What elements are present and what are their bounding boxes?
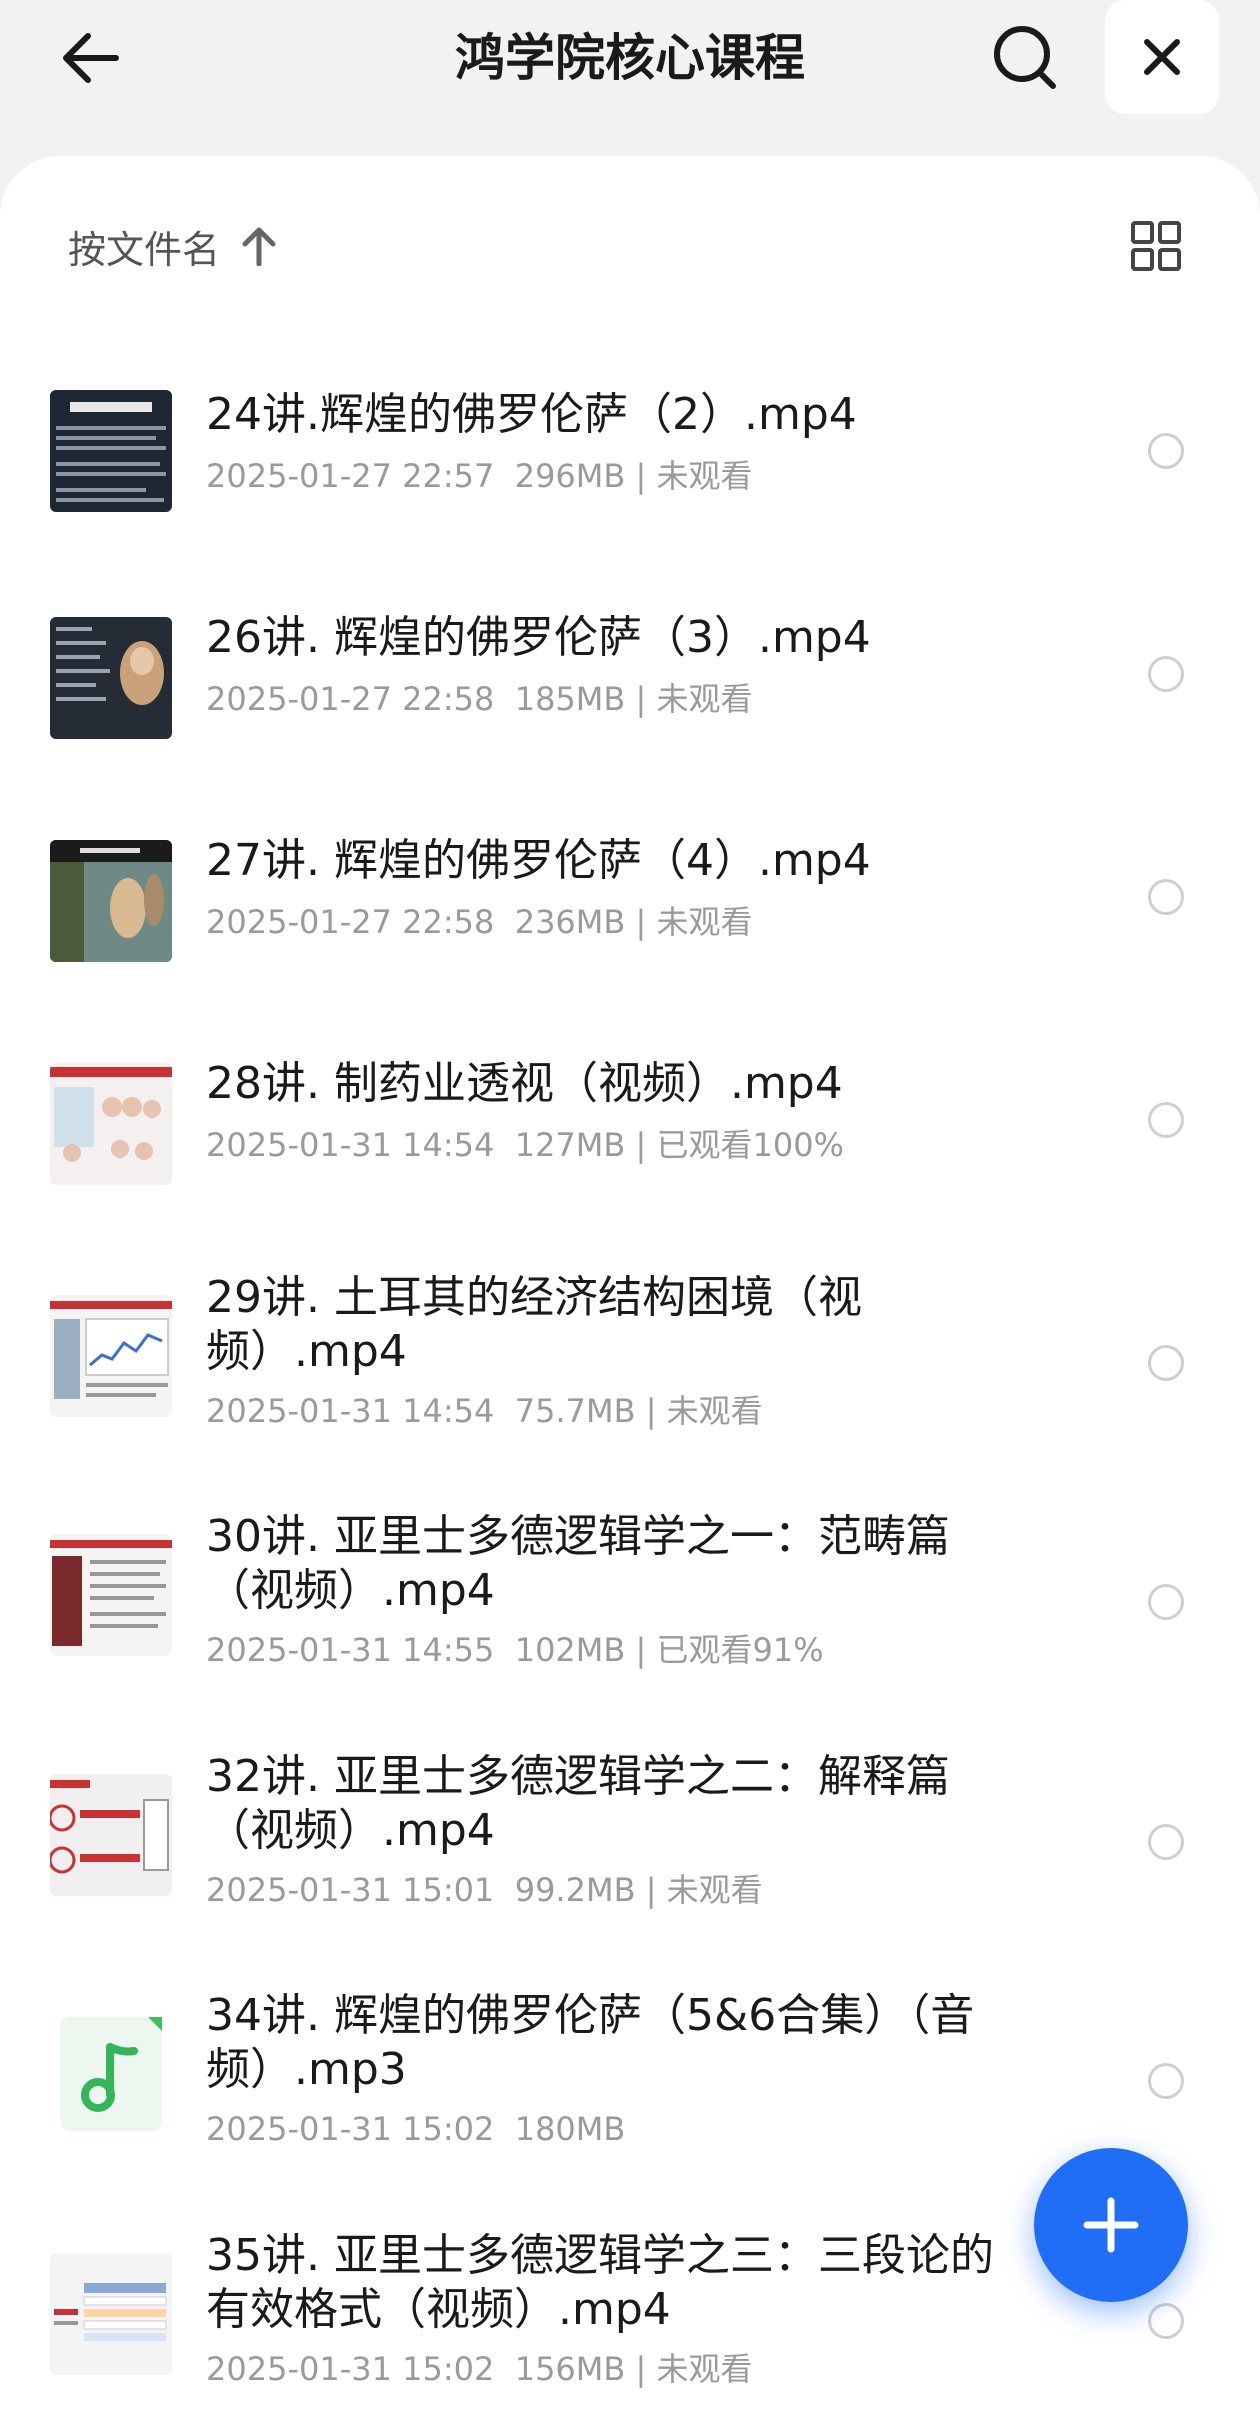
video-thumbnail	[50, 2253, 172, 2375]
file-name: 32讲. 亚里士多德逻辑学之二：解释篇（视频）.mp4	[206, 1751, 950, 1856]
select-radio[interactable]	[1148, 879, 1184, 915]
plus-icon	[1083, 2197, 1139, 2253]
header: 鸿学院核心课程	[0, 0, 1260, 160]
video-thumbnail	[50, 617, 172, 739]
file-meta: 2025-01-31 14:54 75.7MB | 未观看	[206, 1392, 763, 1430]
file-meta: 2025-01-31 15:02 180MB	[206, 2110, 626, 2148]
video-thumbnail	[50, 840, 172, 962]
close-icon	[1144, 39, 1180, 75]
file-name: 35讲. 亚里士多德逻辑学之三：三段论的有效格式（视频）.mp4	[206, 2230, 994, 2335]
file-meta: 2025-01-31 14:54 127MB | 已观看100%	[206, 1126, 844, 1164]
select-radio[interactable]	[1148, 2303, 1184, 2339]
back-button[interactable]	[50, 22, 130, 94]
select-radio[interactable]	[1148, 1345, 1184, 1381]
add-button[interactable]	[1034, 2148, 1188, 2302]
page-title: 鸿学院核心课程	[455, 29, 805, 87]
arrow-up-icon	[242, 226, 276, 266]
list-item[interactable]: 32讲. 亚里士多德逻辑学之二：解释篇（视频）.mp4 2025-01-31 1…	[0, 1748, 1260, 1938]
select-radio[interactable]	[1148, 2063, 1184, 2099]
grid-view-icon	[1131, 221, 1181, 271]
video-thumbnail	[50, 390, 172, 512]
search-icon	[994, 26, 1056, 89]
video-thumbnail	[50, 1063, 172, 1185]
video-thumbnail	[50, 1534, 172, 1656]
file-meta: 2025-01-27 22:57 296MB | 未观看	[206, 457, 753, 495]
file-name: 27讲. 辉煌的佛罗伦萨（4）.mp4	[206, 835, 871, 886]
select-radio[interactable]	[1148, 1584, 1184, 1620]
select-radio[interactable]	[1148, 433, 1184, 469]
file-meta: 2025-01-31 14:55 102MB | 已观看91%	[206, 1631, 824, 1669]
select-radio[interactable]	[1148, 1824, 1184, 1860]
file-name: 28讲. 制药业透视（视频）.mp4	[206, 1058, 843, 1109]
file-name: 30讲. 亚里士多德逻辑学之一：范畴篇（视频）.mp4	[206, 1511, 950, 1616]
file-meta: 2025-01-27 22:58 185MB | 未观看	[206, 680, 753, 718]
sort-by-name-button[interactable]: 按文件名	[68, 206, 276, 286]
list-item[interactable]: 34讲. 辉煌的佛罗伦萨（5&6合集）（音频）.mp3 2025-01-31 1…	[0, 1987, 1260, 2177]
file-list-panel: 按文件名 24讲.辉煌的佛罗伦萨（2）.mp4 2025-01-27 22:57…	[0, 156, 1260, 2420]
music-note-icon	[50, 2013, 172, 2135]
file-meta: 2025-01-31 15:01 99.2MB | 未观看	[206, 1871, 763, 1909]
video-thumbnail	[50, 1774, 172, 1896]
grid-view-button[interactable]	[1120, 206, 1192, 286]
video-thumbnail	[50, 1295, 172, 1417]
search-button[interactable]	[980, 18, 1070, 98]
list-item[interactable]: 24讲.辉煌的佛罗伦萨（2）.mp4 2025-01-27 22:57 296M…	[0, 376, 1260, 526]
select-radio[interactable]	[1148, 1102, 1184, 1138]
list-item[interactable]: 26讲. 辉煌的佛罗伦萨（3）.mp4 2025-01-27 22:58 185…	[0, 599, 1260, 749]
list-item[interactable]: 29讲. 土耳其的经济结构困境（视频）.mp4 2025-01-31 14:54…	[0, 1269, 1260, 1459]
select-radio[interactable]	[1148, 656, 1184, 692]
file-name: 24讲.辉煌的佛罗伦萨（2）.mp4	[206, 389, 857, 440]
arrow-left-icon	[63, 33, 119, 83]
file-name: 34讲. 辉煌的佛罗伦萨（5&6合集）（音频）.mp3	[206, 1990, 975, 2095]
list-item[interactable]: 28讲. 制药业透视（视频）.mp4 2025-01-31 14:54 127M…	[0, 1045, 1260, 1195]
file-name: 29讲. 土耳其的经济结构困境（视频）.mp4	[206, 1272, 862, 1377]
list-item[interactable]: 30讲. 亚里士多德逻辑学之一：范畴篇（视频）.mp4 2025-01-31 1…	[0, 1508, 1260, 1698]
sort-label: 按文件名	[68, 227, 221, 272]
list-item[interactable]: 27讲. 辉煌的佛罗伦萨（4）.mp4 2025-01-27 22:58 236…	[0, 822, 1260, 972]
close-button[interactable]	[1105, 0, 1219, 114]
file-meta: 2025-01-27 22:58 236MB | 未观看	[206, 903, 753, 941]
file-meta: 2025-01-31 15:02 156MB | 未观看	[206, 2350, 753, 2388]
file-name: 26讲. 辉煌的佛罗伦萨（3）.mp4	[206, 612, 871, 663]
